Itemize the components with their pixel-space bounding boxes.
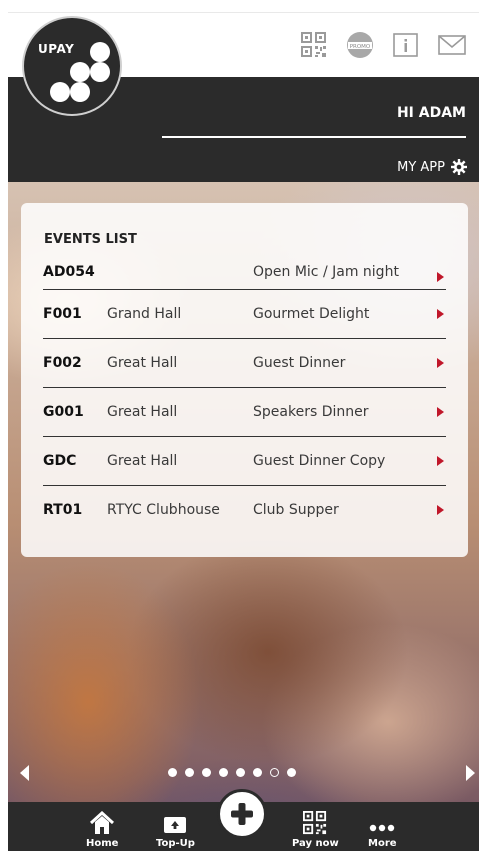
events-panel: EVENTS LIST AD054 Open Mic / Jam night F… — [21, 203, 468, 557]
event-name: Open Mic / Jam night — [253, 264, 399, 280]
event-venue: Great Hall — [107, 453, 178, 469]
nav-topup[interactable]: Top-Up — [156, 802, 195, 849]
chevron-right-icon — [437, 272, 444, 282]
event-code: GDC — [43, 453, 77, 469]
events-title: EVENTS LIST — [44, 232, 137, 247]
nav-paynow[interactable]: Pay now — [292, 802, 339, 849]
home-icon — [90, 811, 115, 834]
my-app-label: MY APP — [397, 159, 445, 175]
carousel-dot[interactable] — [185, 768, 194, 777]
event-name: Club Supper — [253, 502, 339, 518]
events-list: AD054 Open Mic / Jam night F001 Grand Ha… — [43, 255, 446, 534]
app-screen: PROMO UPAY HI ADAM MY APP EVENTS LIST AD… — [8, 12, 479, 851]
more-dots-icon — [370, 824, 395, 832]
top-up-icon — [164, 817, 187, 833]
event-venue: Great Hall — [107, 355, 178, 371]
nav-home-label: Home — [86, 838, 119, 849]
logo-mark-icon — [50, 42, 110, 102]
event-code: F001 — [43, 306, 82, 322]
event-venue: RTYC Clubhouse — [107, 502, 220, 518]
mail-icon[interactable] — [437, 30, 467, 60]
event-row[interactable]: F001 Grand Hall Gourmet Delight — [43, 289, 446, 338]
promo-text: PROMO — [350, 44, 371, 50]
chevron-right-icon — [437, 505, 444, 515]
pay-qr-icon — [303, 811, 327, 835]
event-code: RT01 — [43, 502, 83, 518]
promo-icon[interactable]: PROMO — [345, 30, 375, 60]
chevron-right-icon — [437, 309, 444, 319]
carousel-dot[interactable] — [236, 768, 245, 777]
carousel-dot-active[interactable] — [270, 768, 279, 777]
nav-more[interactable]: More — [368, 802, 397, 849]
event-code: F002 — [43, 355, 82, 371]
nav-home[interactable]: Home — [86, 802, 118, 849]
event-name: Guest Dinner Copy — [253, 453, 386, 469]
my-app-button[interactable]: MY APP — [397, 159, 467, 175]
greeting-underline — [162, 136, 466, 138]
nav-paynow-label: Pay now — [292, 838, 339, 849]
event-row[interactable]: AD054 Open Mic / Jam night — [43, 255, 446, 289]
event-row[interactable]: F002 Great Hall Guest Dinner — [43, 338, 446, 387]
event-row[interactable]: G001 Great Hall Speakers Dinner — [43, 387, 446, 436]
carousel-dot[interactable] — [202, 768, 211, 777]
carousel-dot[interactable] — [219, 768, 228, 777]
event-row[interactable]: GDC Great Hall Guest Dinner Copy — [43, 436, 446, 485]
event-code: AD054 — [43, 264, 95, 280]
gear-icon — [451, 159, 467, 175]
event-name: Gourmet Delight — [253, 306, 370, 322]
event-code: G001 — [43, 404, 84, 420]
plus-icon — [231, 803, 253, 825]
event-name: Guest Dinner — [253, 355, 346, 371]
header-icons: PROMO — [299, 30, 467, 60]
add-button[interactable] — [217, 789, 267, 839]
nav-topup-label: Top-Up — [156, 838, 195, 849]
carousel-dot[interactable] — [253, 768, 262, 777]
qr-code-icon[interactable] — [299, 30, 329, 60]
carousel-dot[interactable] — [287, 768, 296, 777]
nav-more-label: More — [368, 838, 397, 849]
carousel-prev-icon[interactable] — [20, 765, 29, 781]
carousel-dot[interactable] — [168, 768, 177, 777]
carousel-next-icon[interactable] — [466, 765, 475, 781]
event-name: Speakers Dinner — [253, 404, 369, 420]
chevron-right-icon — [437, 456, 444, 466]
greeting-text: HI ADAM — [396, 105, 466, 121]
event-venue: Great Hall — [107, 404, 178, 420]
info-icon[interactable] — [391, 30, 421, 60]
carousel-pagination — [168, 768, 296, 777]
chevron-right-icon — [437, 407, 444, 417]
upay-logo[interactable]: UPAY — [22, 16, 122, 116]
chevron-right-icon — [437, 358, 444, 368]
event-venue: Grand Hall — [107, 306, 182, 322]
event-row[interactable]: RT01 RTYC Clubhouse Club Supper — [43, 485, 446, 534]
